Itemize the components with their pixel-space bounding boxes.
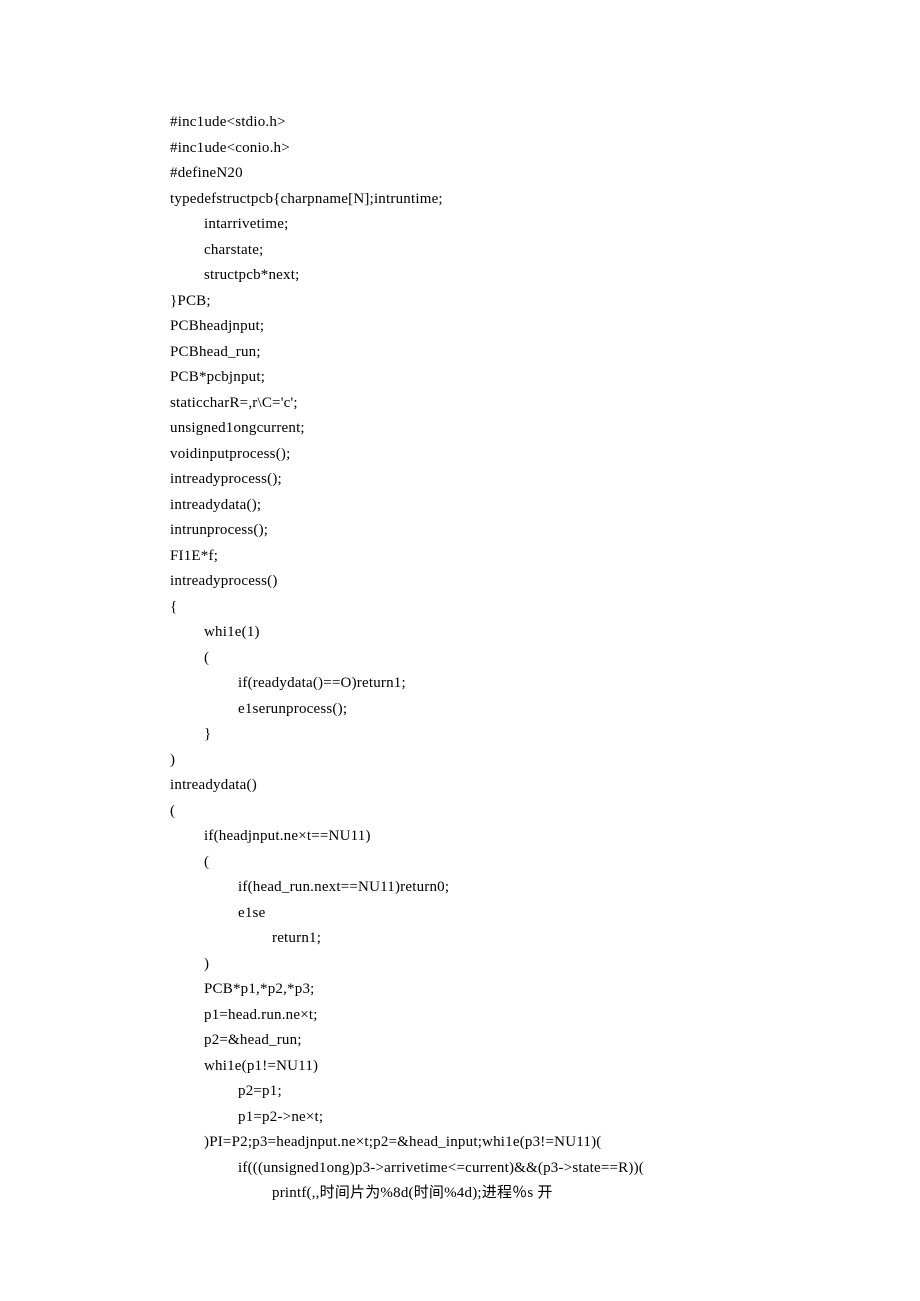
code-block: #inc1ude<stdio.h> #inc1ude<conio.h> #def… xyxy=(170,110,920,1207)
code-line: intreadyprocess(); xyxy=(170,467,920,493)
code-line: ) xyxy=(170,748,920,774)
code-line: printf(,,时间片为%8d(时间%4d);进程％s 开 xyxy=(170,1181,920,1207)
code-line: ( xyxy=(170,646,920,672)
code-line: } xyxy=(170,722,920,748)
code-line: return1; xyxy=(170,926,920,952)
code-line: e1serunprocess(); xyxy=(170,697,920,723)
code-line: charstate; xyxy=(170,238,920,264)
code-line: structpcb*next; xyxy=(170,263,920,289)
code-line: )PI=P2;p3=headjnput.ne×t;p2=&head_input;… xyxy=(170,1130,920,1156)
code-line: PCBhead_run; xyxy=(170,340,920,366)
code-line: p2=p1; xyxy=(170,1079,920,1105)
code-line: p1=p2->ne×t; xyxy=(170,1105,920,1131)
code-line: ( xyxy=(170,799,920,825)
code-line: #defineN20 xyxy=(170,161,920,187)
code-line: typedefstructpcb{charpname[N];intruntime… xyxy=(170,187,920,213)
code-line: voidinputprocess(); xyxy=(170,442,920,468)
code-line: PCB*pcbjnput; xyxy=(170,365,920,391)
code-line: if(head_run.next==NU11)return0; xyxy=(170,875,920,901)
code-line: }PCB; xyxy=(170,289,920,315)
code-line: if(headjnput.ne×t==NU11) xyxy=(170,824,920,850)
code-line: intreadydata(); xyxy=(170,493,920,519)
code-line: #inc1ude<stdio.h> xyxy=(170,110,920,136)
code-line: PCBheadjnput; xyxy=(170,314,920,340)
code-line: p1=head.run.ne×t; xyxy=(170,1003,920,1029)
code-line: intreadydata() xyxy=(170,773,920,799)
document-page: #inc1ude<stdio.h> #inc1ude<conio.h> #def… xyxy=(0,0,920,1301)
code-line: if(readydata()==O)return1; xyxy=(170,671,920,697)
code-line: ) xyxy=(170,952,920,978)
code-line: staticcharR=,r\C='c'; xyxy=(170,391,920,417)
code-line: e1se xyxy=(170,901,920,927)
code-line: FI1E*f; xyxy=(170,544,920,570)
code-line: intreadyprocess() xyxy=(170,569,920,595)
code-line: if(((unsigned1ong)p3->arrivetime<=curren… xyxy=(170,1156,920,1182)
code-line: intrunprocess(); xyxy=(170,518,920,544)
code-line: ( xyxy=(170,850,920,876)
code-line: { xyxy=(170,595,920,621)
code-line: whi1e(p1!=NU11) xyxy=(170,1054,920,1080)
code-line: p2=&head_run; xyxy=(170,1028,920,1054)
code-line: #inc1ude<conio.h> xyxy=(170,136,920,162)
code-line: unsigned1ongcurrent; xyxy=(170,416,920,442)
code-line: PCB*p1,*p2,*p3; xyxy=(170,977,920,1003)
code-line: whi1e(1) xyxy=(170,620,920,646)
code-line: intarrivetime; xyxy=(170,212,920,238)
